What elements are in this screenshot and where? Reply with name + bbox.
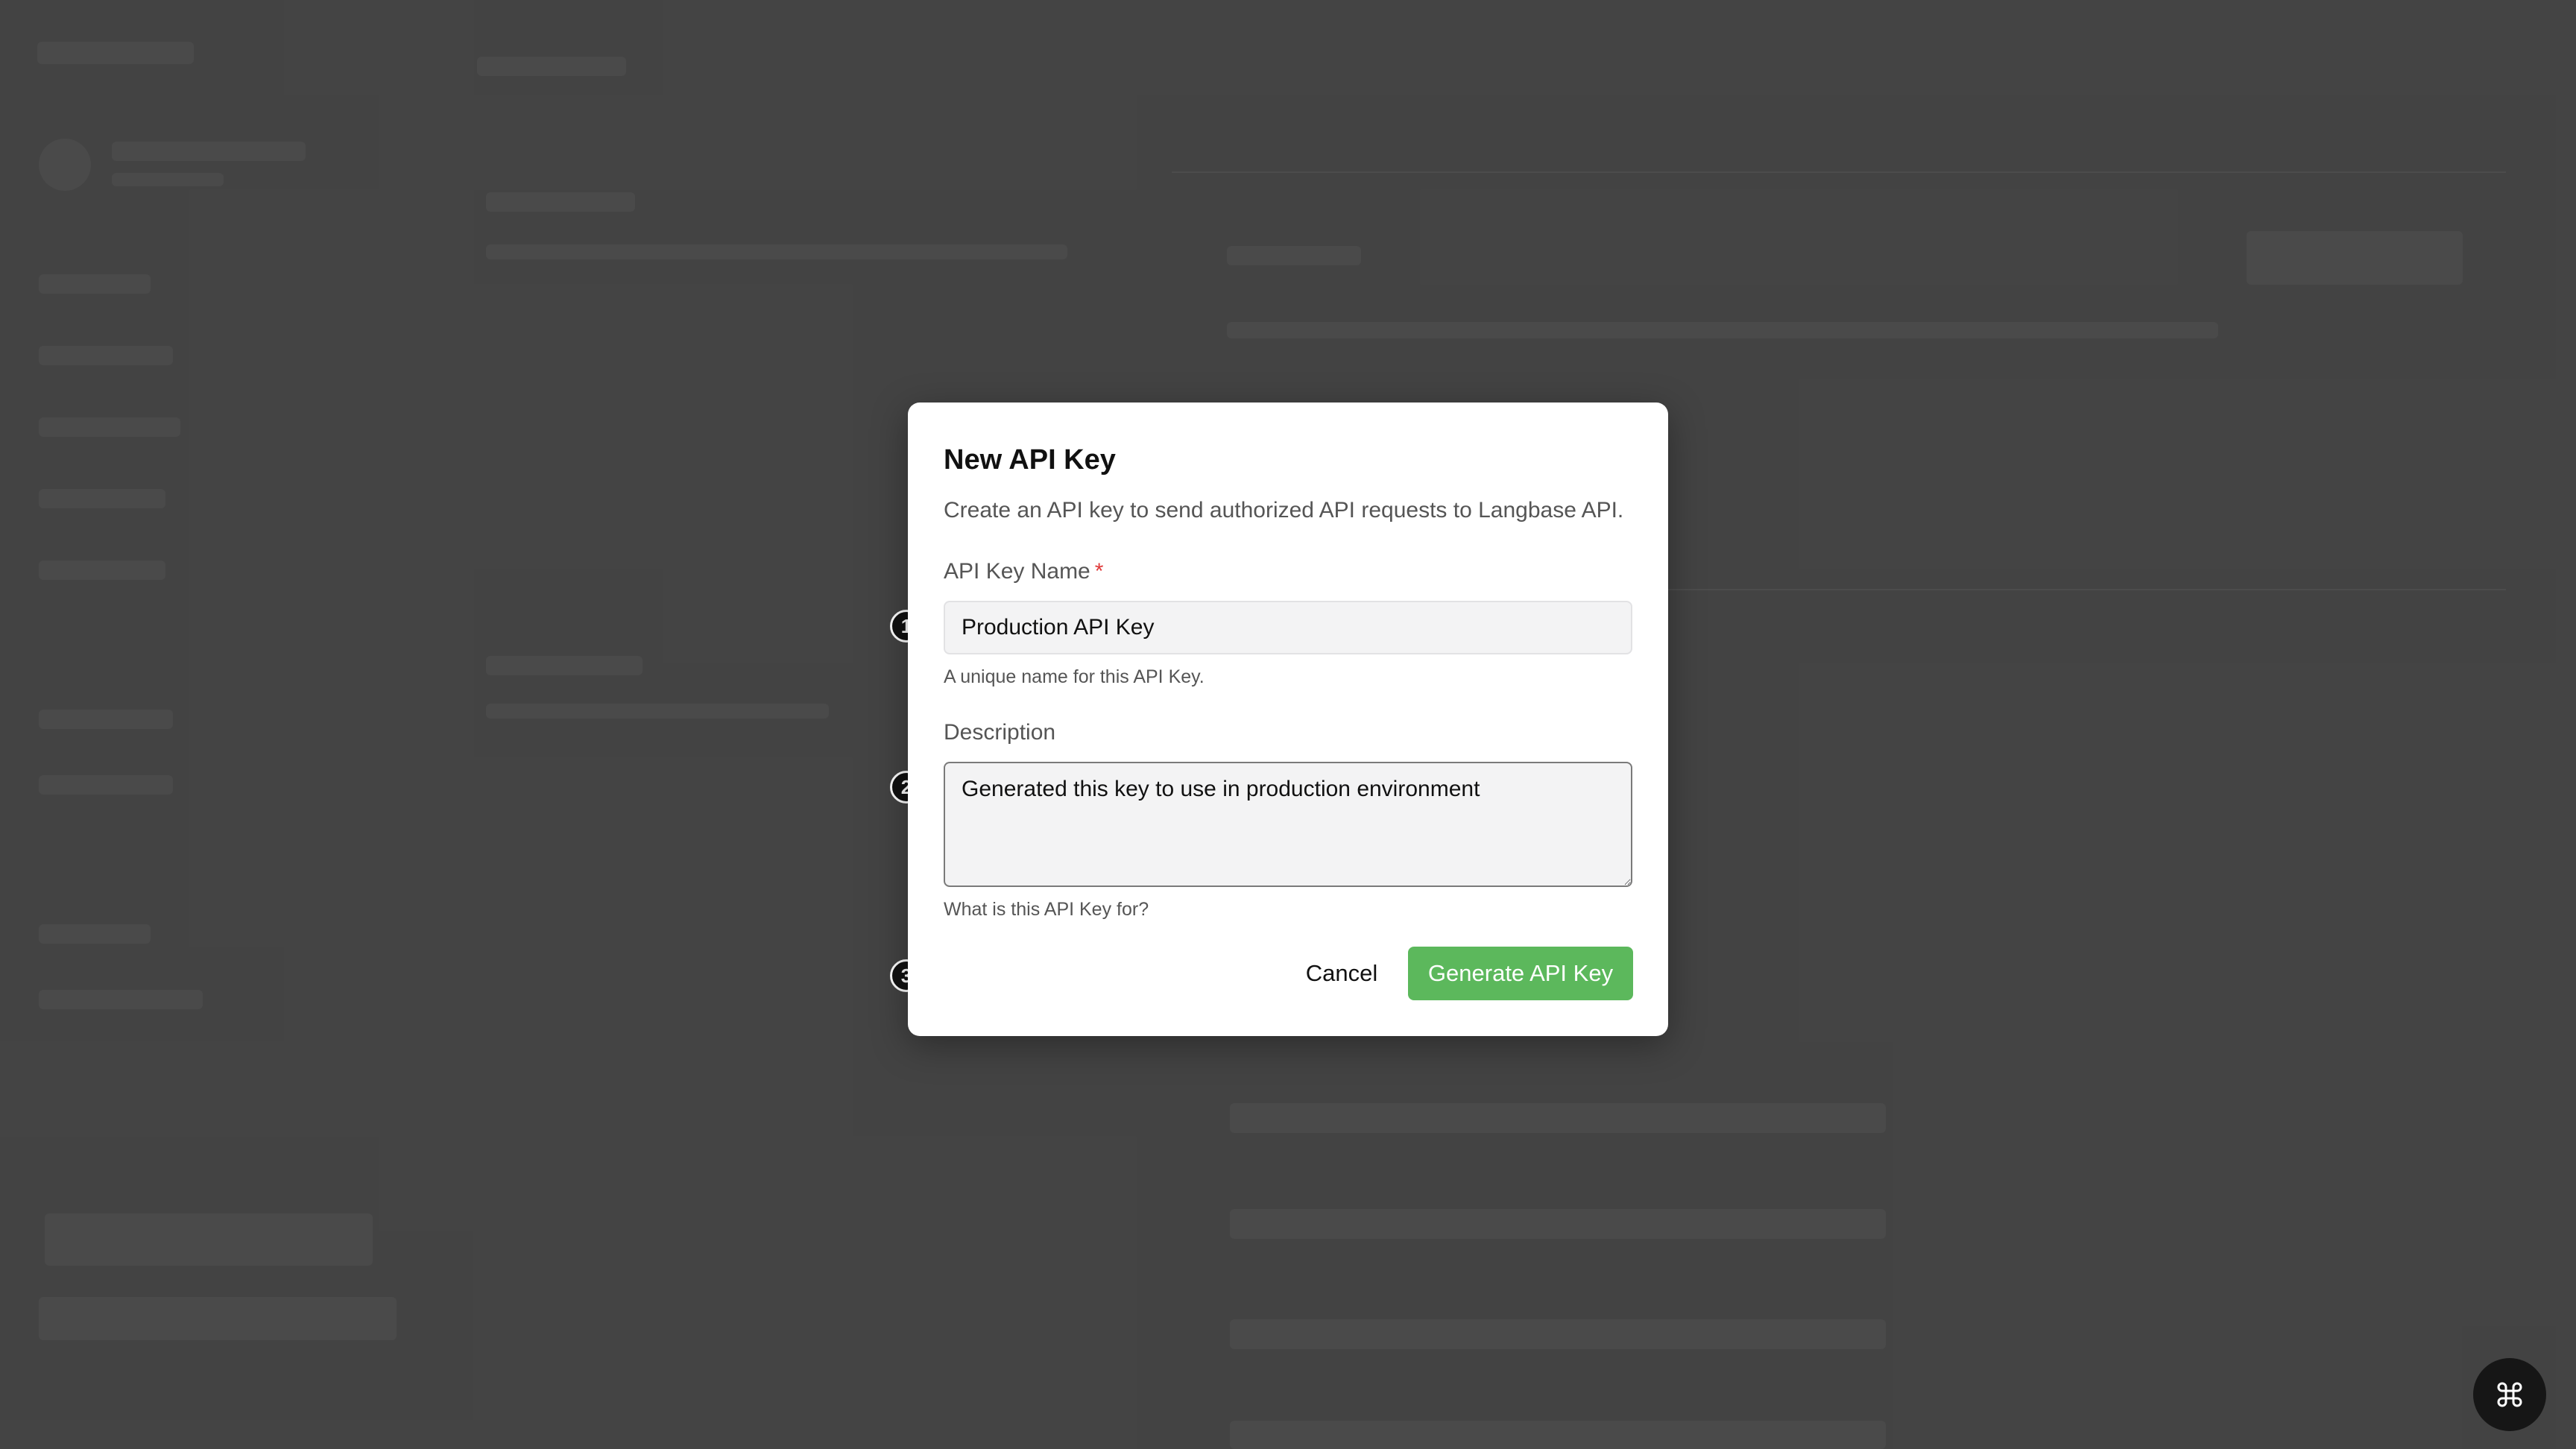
command-icon <box>2497 1382 2522 1407</box>
generate-api-key-button[interactable]: Generate API Key <box>1408 947 1633 1000</box>
command-menu-button[interactable] <box>2473 1358 2546 1431</box>
description-hint: What is this API Key for? <box>944 899 1149 920</box>
dialog-description: Create an API key to send authorized API… <box>944 498 1624 523</box>
api-key-name-label-text: API Key Name <box>944 559 1090 584</box>
required-asterisk: * <box>1094 559 1104 584</box>
new-api-key-dialog: New API Key Create an API key to send au… <box>908 402 1668 1036</box>
dialog-title: New API Key <box>944 444 1116 476</box>
description-textarea[interactable]: Generated this key to use in production … <box>944 762 1632 887</box>
cancel-button[interactable]: Cancel <box>1282 947 1401 1000</box>
api-key-name-label: API Key Name * <box>944 559 1103 584</box>
api-key-name-hint: A unique name for this API Key. <box>944 666 1205 687</box>
description-label: Description <box>944 720 1056 745</box>
api-key-name-input[interactable] <box>944 601 1632 654</box>
